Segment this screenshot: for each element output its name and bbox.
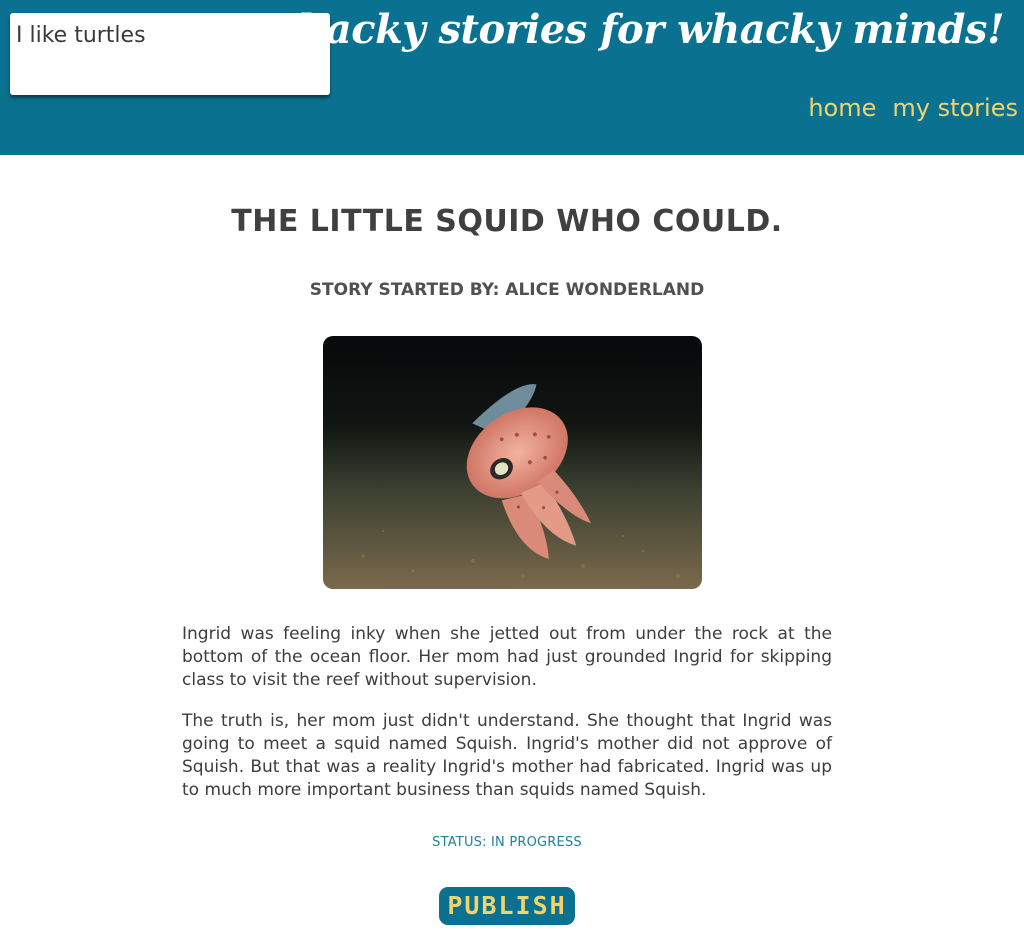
site-header: whacky stories for whacky minds! home my…: [0, 0, 1024, 155]
story-paragraph: Ingrid was feeling inky when she jetted …: [182, 624, 832, 690]
story-status: STATUS: IN PROGRESS: [432, 835, 582, 850]
publish-button[interactable]: PUBLISH: [439, 887, 575, 925]
nav-home-link[interactable]: home: [808, 94, 876, 122]
story-author: STORY STARTED BY: ALICE WONDERLAND: [309, 280, 705, 300]
story-body: Ingrid was feeling inky when she jetted …: [182, 623, 832, 820]
nav-my-stories-link[interactable]: my stories: [892, 94, 1018, 122]
main-nav: home my stories: [808, 94, 1018, 122]
story-paragraph: The truth is, her mom just didn't unders…: [182, 711, 832, 800]
site-title: whacky stories for whacky minds!: [263, 6, 1004, 53]
story-title: THE LITTLE SQUID WHO COULD.: [231, 204, 783, 239]
squid-photo: [323, 336, 702, 589]
story-image: [323, 336, 702, 589]
